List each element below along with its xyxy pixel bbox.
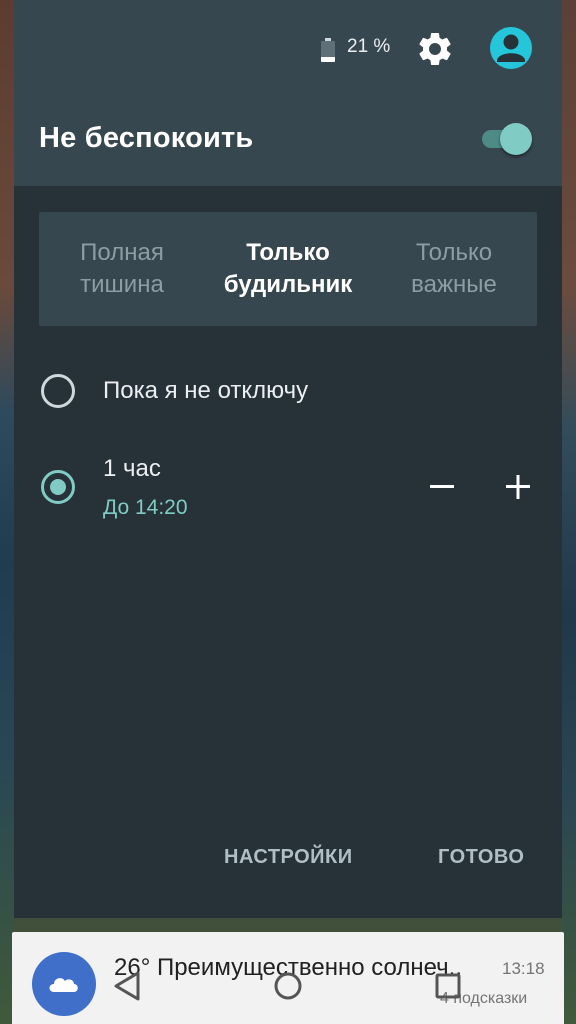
- option-duration-until: До 14:20: [103, 496, 188, 519]
- radio-duration[interactable]: [41, 470, 75, 504]
- minus-icon[interactable]: [420, 465, 464, 509]
- dnd-title: Не беспокоить: [39, 122, 254, 154]
- plus-icon[interactable]: [496, 465, 540, 509]
- cloud-icon: [32, 952, 96, 1016]
- wallpaper-right: [562, 0, 576, 1024]
- option-duration-label: 1 час: [103, 455, 161, 482]
- status-row: 21 %: [14, 20, 562, 76]
- mode-total-silence[interactable]: Полная тишина: [39, 212, 205, 326]
- quick-settings-panel: 21 % Не беспокоить Полная тишина Только …: [14, 0, 562, 918]
- home-icon[interactable]: [268, 966, 308, 1006]
- mode-alarms-only[interactable]: Только будильник: [205, 212, 371, 326]
- battery-icon: [321, 38, 335, 62]
- account-icon[interactable]: [490, 27, 532, 69]
- option-until-off-label: Пока я не отключу: [103, 377, 309, 404]
- dnd-toggle[interactable]: [480, 120, 536, 158]
- dnd-header: 21 % Не беспокоить: [14, 0, 562, 186]
- settings-button[interactable]: НАСТРОЙКИ: [224, 846, 353, 869]
- recents-icon[interactable]: [428, 966, 468, 1006]
- gear-icon[interactable]: [415, 29, 455, 69]
- back-icon[interactable]: [108, 966, 148, 1006]
- done-button[interactable]: ГОТОВО: [438, 846, 524, 869]
- radio-until-off[interactable]: [41, 374, 75, 408]
- notification-time: 13:18: [502, 959, 545, 978]
- wallpaper-left: [0, 0, 14, 1024]
- battery-percentage: 21 %: [347, 36, 391, 57]
- mode-priority-only[interactable]: Только важные: [371, 212, 537, 326]
- dnd-mode-selector: Полная тишина Только будильник Только ва…: [39, 212, 537, 326]
